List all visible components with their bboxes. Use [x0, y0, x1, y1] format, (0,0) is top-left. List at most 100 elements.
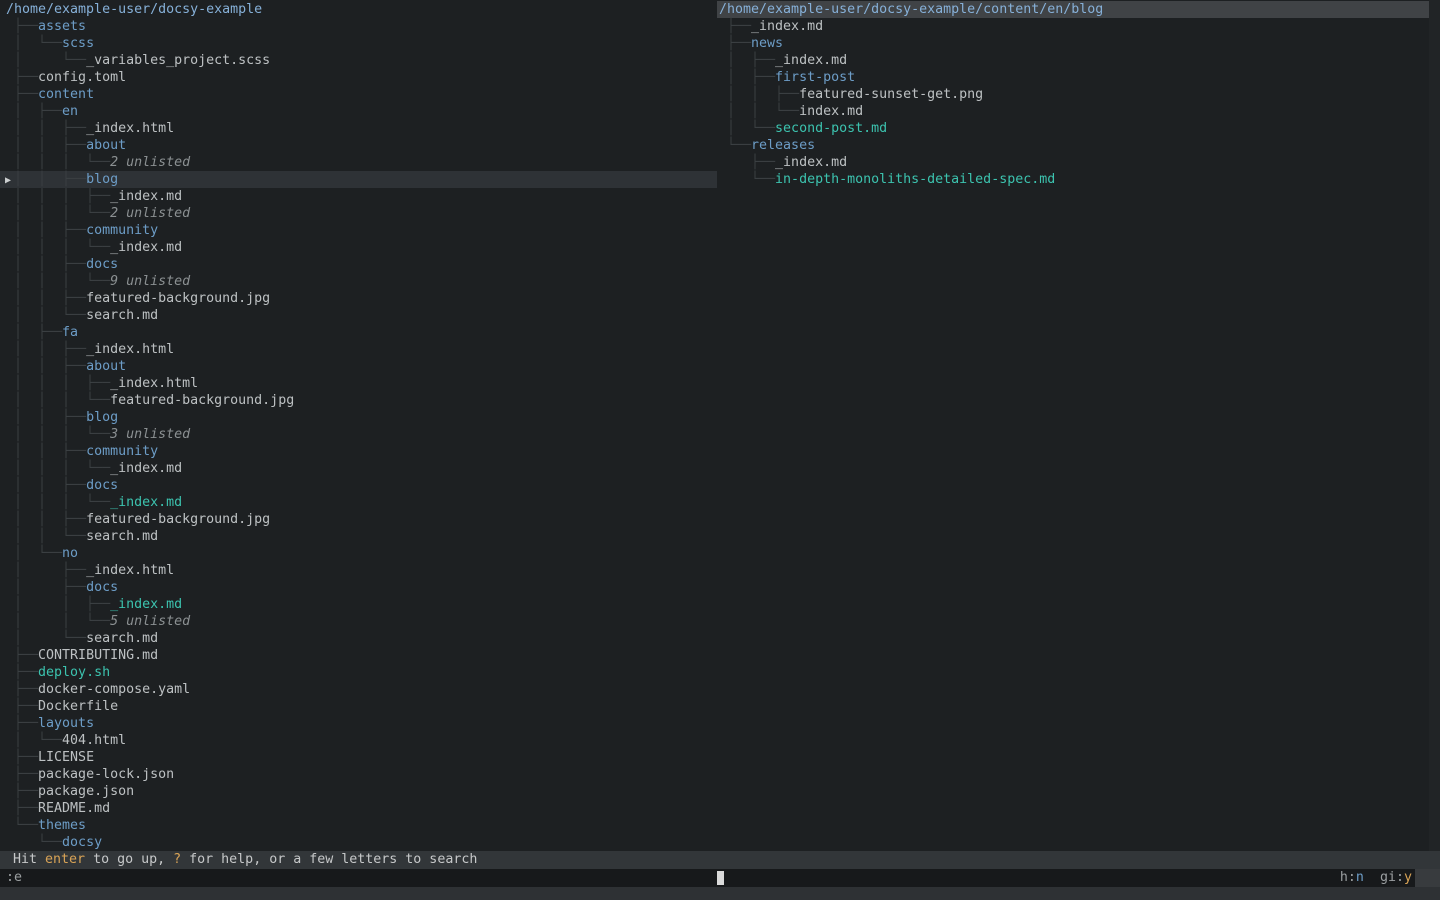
- entry-name: en: [62, 104, 78, 119]
- status-segment: to go up,: [85, 852, 173, 867]
- tree-row[interactable]: └──docsy: [0, 834, 717, 851]
- tree-branch-lines: │ └──: [719, 121, 775, 136]
- tree-branch-lines: │ ├──: [719, 70, 775, 85]
- tree-row[interactable]: ├──content: [0, 86, 717, 103]
- entry-name: _index.md: [110, 597, 182, 612]
- tree-row[interactable]: │ │ ├──about: [0, 358, 717, 375]
- tree-row[interactable]: │ └──no: [0, 545, 717, 562]
- tree-row[interactable]: ├──config.toml: [0, 69, 717, 86]
- tree-row[interactable]: ├──LICENSE: [0, 749, 717, 766]
- tree-branch-lines: │ │ ├──: [719, 87, 799, 102]
- tree-row[interactable]: └──in-depth-monoliths-detailed-spec.md: [717, 171, 1440, 188]
- tree-branch-lines: │ │ ├──: [6, 121, 86, 136]
- tree-row[interactable]: │ │ ├──docs: [0, 477, 717, 494]
- tree-row[interactable]: ├──package.json: [0, 783, 717, 800]
- entry-name: _index.md: [775, 155, 847, 170]
- left-panel-input[interactable]: :e: [0, 869, 717, 887]
- tree-row[interactable]: │ ├──docs: [0, 579, 717, 596]
- tree-row[interactable]: └──themes: [0, 817, 717, 834]
- tree-row[interactable]: │ │ ├──featured-background.jpg: [0, 290, 717, 307]
- tree-branch-lines: │ │ │ └──: [6, 240, 110, 255]
- tree-row[interactable]: │ │ │ └──_index.md: [0, 239, 717, 256]
- tree-row[interactable]: │ │ ├──about: [0, 137, 717, 154]
- entry-name: _index.md: [110, 240, 182, 255]
- entry-name: Dockerfile: [38, 699, 118, 714]
- tree-branch-lines: │ │ ├──: [6, 512, 86, 527]
- tree-row[interactable]: │ │ │ └──_index.md: [0, 460, 717, 477]
- tree-row[interactable]: │ │ │ ├──_index.md: [0, 188, 717, 205]
- tree-row[interactable]: │ └──_variables_project.scss: [0, 52, 717, 69]
- tree-row[interactable]: │ │ ├──blog: [0, 409, 717, 426]
- tree-row[interactable]: │ │ │ └──9 unlisted: [0, 273, 717, 290]
- tree-row[interactable]: │ └──404.html: [0, 732, 717, 749]
- status-segment: enter: [45, 852, 85, 867]
- flag-value: y: [1404, 870, 1412, 885]
- tree-row[interactable]: │ │ ├──featured-sunset-get.png: [717, 86, 1440, 103]
- tree-row[interactable]: │ │ └──index.md: [717, 103, 1440, 120]
- entry-name: assets: [38, 19, 86, 34]
- tree-row[interactable]: │ │ ├──_index.html: [0, 120, 717, 137]
- tree-row[interactable]: │ │ │ └──_index.md: [0, 494, 717, 511]
- entry-name: about: [86, 138, 126, 153]
- tree-branch-lines: │ │ └──: [719, 104, 799, 119]
- tree-branch-lines: │ │ ├──: [6, 444, 86, 459]
- tree-row[interactable]: ├──README.md: [0, 800, 717, 817]
- tree-row[interactable]: │ └──search.md: [0, 630, 717, 647]
- tree-row[interactable]: │ ├──fa: [0, 324, 717, 341]
- right-panel-input[interactable]: [717, 869, 1440, 887]
- tree-row[interactable]: ├──_index.md: [717, 154, 1440, 171]
- tree-row[interactable]: ├──assets: [0, 18, 717, 35]
- tree-row[interactable]: │ │ ├──_index.md: [0, 596, 717, 613]
- tree-row[interactable]: ▶ │ │ ├──blog: [0, 171, 717, 188]
- tree-row[interactable]: │ ├──_index.md: [717, 52, 1440, 69]
- tree-branch-lines: │ ├──: [6, 580, 86, 595]
- tree-branch-lines: ├──: [6, 767, 38, 782]
- tree-branch-lines: │ │ ├──: [6, 342, 86, 357]
- tree-row[interactable]: ├──Dockerfile: [0, 698, 717, 715]
- tree-row[interactable]: │ │ ├──docs: [0, 256, 717, 273]
- tree-row[interactable]: │ │ ├──_index.html: [0, 341, 717, 358]
- tree-row[interactable]: └──releases: [717, 137, 1440, 154]
- tree-row[interactable]: │ │ ├──featured-background.jpg: [0, 511, 717, 528]
- tree-branch-lines: ├──: [6, 682, 38, 697]
- entry-name: docker-compose.yaml: [38, 682, 190, 697]
- tree-branch-lines: │ └──: [6, 36, 62, 51]
- entry-name: layouts: [38, 716, 94, 731]
- tree-branch-lines: │ │ ├──: [6, 478, 86, 493]
- right-panel-path[interactable]: /home/example-user/docsy-example/content…: [717, 1, 1429, 18]
- entry-name: search.md: [86, 308, 158, 323]
- tree-row[interactable]: │ │ └──search.md: [0, 307, 717, 324]
- tree-row[interactable]: │ │ │ └──3 unlisted: [0, 426, 717, 443]
- tree-row[interactable]: │ ├──_index.html: [0, 562, 717, 579]
- left-panel-path[interactable]: /home/example-user/docsy-example: [0, 1, 717, 18]
- entry-name: search.md: [86, 631, 158, 646]
- tree-row[interactable]: │ │ └──5 unlisted: [0, 613, 717, 630]
- tree-branch-lines: ├──: [6, 801, 38, 816]
- tree-row[interactable]: │ │ │ └──2 unlisted: [0, 205, 717, 222]
- tree-row[interactable]: │ │ └──search.md: [0, 528, 717, 545]
- entry-name: scss: [62, 36, 94, 51]
- flag-label: gi:: [1380, 870, 1404, 885]
- tree-row[interactable]: ├──deploy.sh: [0, 664, 717, 681]
- bottom-margin: [0, 887, 1440, 900]
- entry-name: deploy.sh: [38, 665, 110, 680]
- tree-row[interactable]: │ │ │ └──featured-background.jpg: [0, 392, 717, 409]
- tree-row[interactable]: │ │ │ ├──_index.html: [0, 375, 717, 392]
- tree-row[interactable]: ├──package-lock.json: [0, 766, 717, 783]
- tree-row[interactable]: │ └──scss: [0, 35, 717, 52]
- tree-row[interactable]: │ ├──first-post: [717, 69, 1440, 86]
- tree-row[interactable]: ├──layouts: [0, 715, 717, 732]
- entry-name: first-post: [775, 70, 855, 85]
- tree-row[interactable]: ├──docker-compose.yaml: [0, 681, 717, 698]
- tree-row[interactable]: │ └──second-post.md: [717, 120, 1440, 137]
- tree-row[interactable]: │ │ ├──community: [0, 443, 717, 460]
- mode-flags: h:n gi:y: [1340, 869, 1412, 887]
- tree-row[interactable]: ├──news: [717, 35, 1440, 52]
- tree-row[interactable]: ├──CONTRIBUTING.md: [0, 647, 717, 664]
- entry-name: package-lock.json: [38, 767, 174, 782]
- scrollbar-track[interactable]: [1429, 0, 1440, 851]
- tree-row[interactable]: │ │ ├──community: [0, 222, 717, 239]
- tree-row[interactable]: │ ├──en: [0, 103, 717, 120]
- tree-row[interactable]: ├──_index.md: [717, 18, 1440, 35]
- tree-row[interactable]: │ │ │ └──2 unlisted: [0, 154, 717, 171]
